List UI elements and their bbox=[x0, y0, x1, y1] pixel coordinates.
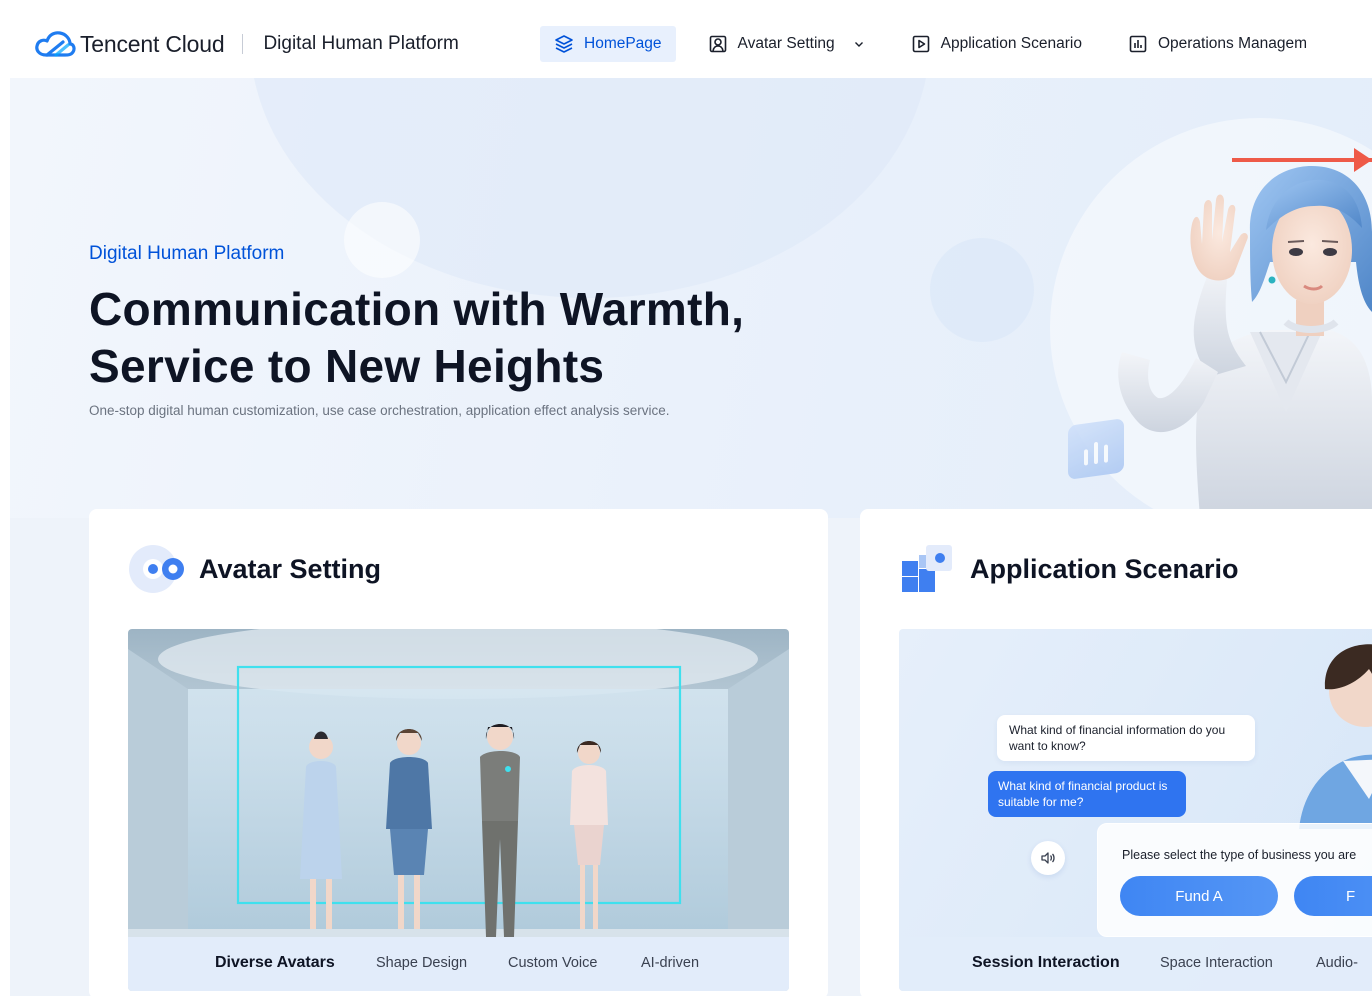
tab-session-interaction[interactable]: Session Interaction bbox=[972, 954, 1120, 972]
chat-bubble-question: What kind of financial information do yo… bbox=[997, 715, 1255, 761]
chat-bubble-reply: What kind of financial product is suitab… bbox=[988, 771, 1186, 817]
annotation-arrow bbox=[1232, 158, 1372, 162]
nav-application-scenario[interactable]: Application Scenario bbox=[897, 26, 1096, 62]
decor-bubble bbox=[930, 238, 1034, 342]
product-name: Digital Human Platform bbox=[263, 33, 459, 54]
hero-banner: Digital Human Platform Communication wit… bbox=[10, 78, 1372, 518]
user-portrait-icon bbox=[709, 35, 726, 53]
tab-space-interaction[interactable]: Space Interaction bbox=[1160, 955, 1273, 971]
tab-diverse-avatars[interactable]: Diverse Avatars bbox=[215, 954, 335, 972]
tab-audio[interactable]: Audio- bbox=[1316, 955, 1358, 971]
nav-operations-management-label: Operations Managem bbox=[1157, 35, 1308, 52]
gear-circles-icon bbox=[129, 545, 184, 593]
avatar-setting-card-header: Avatar Setting bbox=[129, 543, 381, 595]
brand[interactable]: Tencent Cloud bbox=[34, 29, 225, 59]
app-blocks-icon bbox=[902, 545, 952, 592]
decor-bubble bbox=[344, 202, 420, 278]
annotation-arrow-head bbox=[1354, 148, 1372, 172]
brand-name: Tencent Cloud bbox=[80, 30, 225, 57]
nav-homepage-label: HomePage bbox=[584, 35, 662, 52]
digital-human-avatar bbox=[1118, 166, 1372, 518]
nav-homepage[interactable]: HomePage bbox=[540, 26, 676, 62]
speaker-button[interactable] bbox=[1031, 841, 1065, 875]
application-scenario-card[interactable]: Application Scenario What kind of financ… bbox=[860, 509, 1372, 996]
nav-avatar-setting[interactable]: Avatar Setting bbox=[694, 26, 879, 62]
business-select-panel: Please select the type of business you a… bbox=[1097, 823, 1372, 937]
tab-shape-design[interactable]: Shape Design bbox=[376, 955, 467, 971]
layers-icon bbox=[555, 35, 573, 53]
hero-title-line-1: Communication with Warmth, bbox=[89, 283, 745, 335]
nav-application-scenario-label: Application Scenario bbox=[940, 35, 1082, 52]
hero-description: One-stop digital human customization, us… bbox=[89, 403, 670, 418]
scenario-feature-tabs: Session Interaction Space Interaction Au… bbox=[899, 937, 1372, 991]
avatar-feature-tabs: Diverse Avatars Shape Design Custom Voic… bbox=[128, 937, 789, 991]
page: Tencent Cloud Digital Human Platform Hom… bbox=[10, 10, 1372, 996]
nav-operations-management[interactable]: Operations Managem bbox=[1114, 26, 1321, 62]
speaker-icon bbox=[1041, 852, 1055, 864]
avatar-showcase: Diverse Avatars Shape Design Custom Voic… bbox=[128, 629, 789, 991]
fund-a-button[interactable]: Fund A bbox=[1120, 876, 1278, 916]
scenario-showcase: What kind of financial information do yo… bbox=[899, 629, 1372, 991]
avatar-setting-card-title: Avatar Setting bbox=[199, 553, 382, 584]
hero-title: Communication with Warmth, Service to Ne… bbox=[89, 281, 744, 395]
chevron-down-icon[interactable] bbox=[853, 38, 865, 50]
cloud-logo-icon bbox=[35, 31, 76, 57]
hero-title-line-2: Service to New Heights bbox=[89, 340, 605, 392]
nav-avatar-setting-label: Avatar Setting bbox=[737, 35, 835, 52]
bar-chart-icon bbox=[1129, 35, 1147, 53]
hero-tag: Digital Human Platform bbox=[89, 243, 285, 264]
top-navbar: Tencent Cloud Digital Human Platform Hom… bbox=[10, 10, 1372, 78]
brand-separator bbox=[242, 34, 244, 54]
business-select-prompt: Please select the type of business you a… bbox=[1122, 848, 1357, 862]
play-square-icon bbox=[912, 35, 929, 53]
application-scenario-card-header: Application Scenario bbox=[900, 543, 1239, 595]
decor-bubble bbox=[250, 78, 930, 298]
tab-custom-voice[interactable]: Custom Voice bbox=[508, 955, 597, 971]
main-nav: HomePage Avatar Setting Application Scen… bbox=[540, 26, 1339, 62]
application-scenario-card-title: Application Scenario bbox=[970, 553, 1239, 584]
fund-b-button[interactable]: F bbox=[1294, 876, 1372, 916]
avatar-setting-card[interactable]: Avatar Setting Diverse Avatars Shape Des… bbox=[89, 509, 828, 996]
tab-ai-driven[interactable]: AI-driven bbox=[641, 955, 699, 971]
